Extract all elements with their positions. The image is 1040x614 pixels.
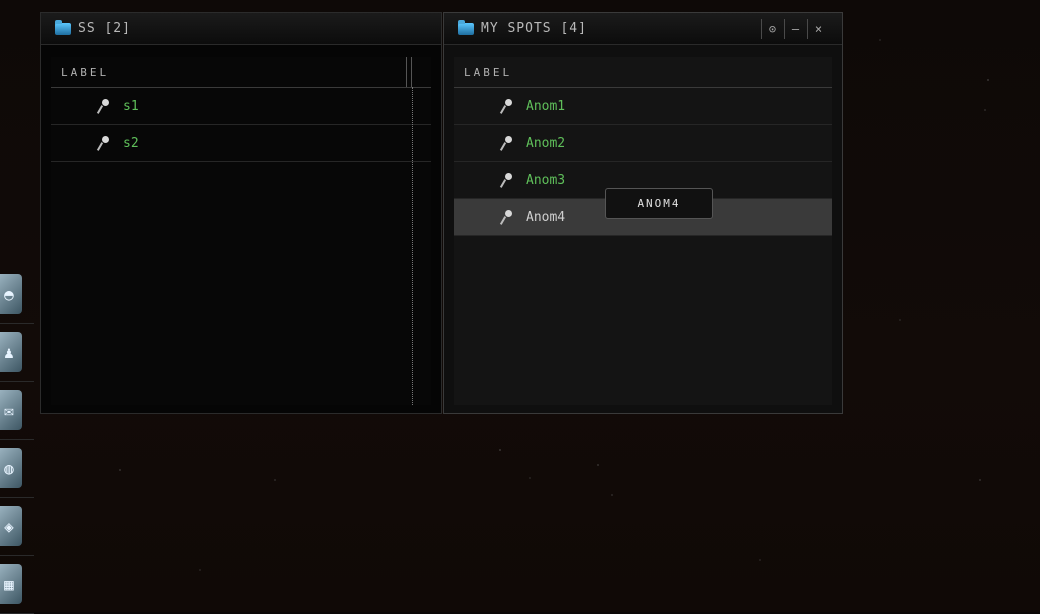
settings-icon[interactable]: ⊙ bbox=[761, 18, 784, 39]
column-header-text: LABEL bbox=[61, 65, 110, 79]
column-header-text: LABEL bbox=[464, 65, 513, 79]
figure-icon[interactable]: ♟ bbox=[0, 323, 34, 382]
ss-window: SS [2] LABEL s1 s2 bbox=[40, 12, 442, 414]
drag-tooltip: ANOM4 bbox=[605, 188, 713, 219]
column-header-label[interactable]: LABEL bbox=[51, 57, 431, 88]
column-resize-handle[interactable] bbox=[406, 57, 412, 87]
ss-window-titlebar[interactable]: SS [2] bbox=[41, 13, 441, 45]
minimize-icon[interactable]: – bbox=[784, 18, 807, 39]
my-spots-list: LABEL Anom1 Anom2 Anom3 Anom4 bbox=[454, 57, 832, 405]
folder-icon bbox=[458, 19, 474, 35]
ss-window-title: SS [2] bbox=[78, 21, 131, 36]
close-icon[interactable]: × bbox=[807, 18, 830, 39]
envelope-icon[interactable]: ✉ bbox=[0, 381, 34, 440]
bookmark-label: Anom4 bbox=[526, 209, 566, 225]
bookmark-label: Anom1 bbox=[526, 98, 566, 114]
bookmark-pin-icon bbox=[500, 136, 514, 150]
folder-icon bbox=[55, 19, 71, 35]
bookmark-label: s1 bbox=[123, 98, 139, 114]
bookmark-label: s2 bbox=[123, 135, 139, 151]
window-controls: ⊙ – × bbox=[761, 13, 830, 44]
bookmark-pin-icon bbox=[97, 99, 111, 113]
left-dock: ◓ ♟ ✉ ◍ ◈ ▦ bbox=[0, 265, 34, 614]
column-header-label[interactable]: LABEL bbox=[454, 57, 832, 88]
bookmark-row[interactable]: s1 bbox=[51, 88, 431, 125]
ss-list: LABEL s1 s2 bbox=[51, 57, 431, 405]
bookmark-pin-icon bbox=[97, 136, 111, 150]
bookmark-pin-icon bbox=[500, 210, 514, 224]
bookmark-label: Anom2 bbox=[526, 135, 566, 151]
bookmark-row[interactable]: s2 bbox=[51, 125, 431, 162]
scanner-icon[interactable]: ◈ bbox=[0, 497, 34, 556]
map-icon[interactable]: ▦ bbox=[0, 555, 34, 614]
my-spots-window-title: MY SPOTS [4] bbox=[481, 21, 587, 36]
bookmark-pin-icon bbox=[500, 99, 514, 113]
bookmark-pin-icon bbox=[500, 173, 514, 187]
helmet-icon[interactable]: ◓ bbox=[0, 265, 34, 324]
bookmark-label: Anom3 bbox=[526, 172, 566, 188]
planet-icon[interactable]: ◍ bbox=[0, 439, 34, 498]
column-guide bbox=[412, 87, 413, 405]
my-spots-window-titlebar[interactable]: MY SPOTS [4] ⊙ – × bbox=[444, 13, 842, 45]
bookmark-row[interactable]: Anom1 bbox=[454, 88, 832, 125]
bookmark-row[interactable]: Anom2 bbox=[454, 125, 832, 162]
